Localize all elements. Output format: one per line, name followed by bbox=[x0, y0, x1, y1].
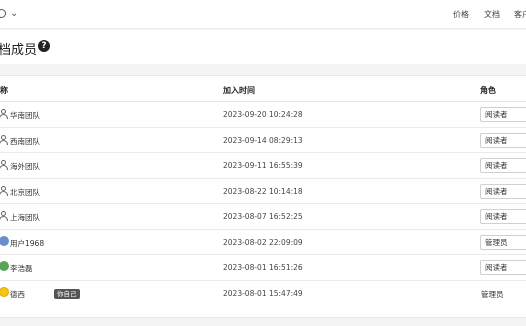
joined-time: 2023-08-07 16:52:25 bbox=[223, 212, 303, 221]
table-header: 称 加入时间 角色 bbox=[0, 76, 526, 102]
role-select[interactable]: 阅读者 bbox=[480, 158, 526, 173]
member-name: 华南团队 bbox=[10, 111, 40, 120]
team-icon bbox=[0, 211, 8, 222]
joined-time: 2023-09-20 10:24:28 bbox=[223, 110, 303, 119]
members-table: 称 加入时间 角色 华南团队 2023-09-20 10:24:28 阅读者 西… bbox=[0, 75, 526, 318]
joined-time: 2023-08-22 10:14:18 bbox=[223, 186, 303, 196]
joined-time: 2023-09-14 08:29:13 bbox=[223, 135, 303, 145]
column-joined: 加入时间 bbox=[223, 86, 255, 95]
avatar bbox=[0, 261, 9, 271]
member-name: 李浩磊 bbox=[10, 264, 33, 273]
team-icon bbox=[0, 160, 8, 171]
member-name: 海外团队 bbox=[10, 162, 40, 171]
table-row: 北京团队 2023-08-22 10:14:18 阅读者 bbox=[0, 179, 526, 204]
role-select[interactable]: 阅读者 bbox=[480, 132, 526, 148]
role-select[interactable]: 阅读者 bbox=[480, 209, 526, 224]
member-name: 用户1968 bbox=[10, 238, 45, 248]
nav-docs[interactable]: 文档 bbox=[484, 9, 500, 20]
member-name: 西南团队 bbox=[10, 136, 40, 146]
avatar bbox=[0, 286, 9, 297]
workspace-icon[interactable] bbox=[0, 9, 6, 18]
table-row: 上海团队 2023-08-07 16:52:25 阅读者 bbox=[0, 204, 526, 230]
member-name: 上海团队 bbox=[10, 213, 40, 222]
table-row: 华南团队 2023-09-20 10:24:28 阅读者 bbox=[0, 102, 526, 128]
nav-customers[interactable]: 客户 bbox=[514, 9, 526, 20]
column-name: 称 bbox=[0, 86, 8, 95]
top-bar: ⌄ 价格 文档 客户 bbox=[0, 0, 526, 29]
page-title: 档成员 bbox=[0, 43, 38, 58]
member-name: 德西 bbox=[10, 289, 25, 299]
nav-pricing[interactable]: 价格 bbox=[453, 9, 469, 20]
joined-time: 2023-08-02 22:09:09 bbox=[223, 237, 303, 247]
self-badge: 你自己 bbox=[54, 288, 80, 299]
role-select[interactable]: 阅读者 bbox=[480, 107, 526, 122]
avatar bbox=[0, 235, 9, 246]
table-row: 海外团队 2023-09-11 16:55:39 阅读者 bbox=[0, 153, 526, 179]
table-row: 西南团队 2023-09-14 08:29:13 阅读者 bbox=[0, 128, 526, 153]
help-icon[interactable]: ? bbox=[38, 40, 50, 52]
team-icon bbox=[0, 109, 8, 120]
member-name: 北京团队 bbox=[10, 187, 40, 197]
team-icon bbox=[0, 134, 8, 146]
joined-time: 2023-08-01 15:47:49 bbox=[223, 288, 303, 298]
joined-time: 2023-09-11 16:55:39 bbox=[223, 161, 303, 170]
role-text: 管理员 bbox=[481, 289, 504, 299]
joined-time: 2023-08-01 16:51:26 bbox=[223, 263, 303, 272]
page-header: 档成员 ? bbox=[0, 30, 526, 64]
role-select[interactable]: 阅读者 bbox=[480, 183, 526, 199]
role-select[interactable]: 管理员 bbox=[480, 234, 526, 250]
team-icon bbox=[0, 185, 8, 197]
role-select[interactable]: 阅读者 bbox=[480, 260, 526, 275]
table-row: 李浩磊 2023-08-01 16:51:26 阅读者 bbox=[0, 255, 526, 281]
table-row: 用户1968 2023-08-02 22:09:09 管理员 bbox=[0, 230, 526, 255]
chevron-down-icon[interactable]: ⌄ bbox=[10, 8, 18, 19]
table-row: 德西 你自己 2023-08-01 15:47:49 管理员 bbox=[0, 281, 526, 307]
column-role: 角色 bbox=[480, 86, 496, 95]
